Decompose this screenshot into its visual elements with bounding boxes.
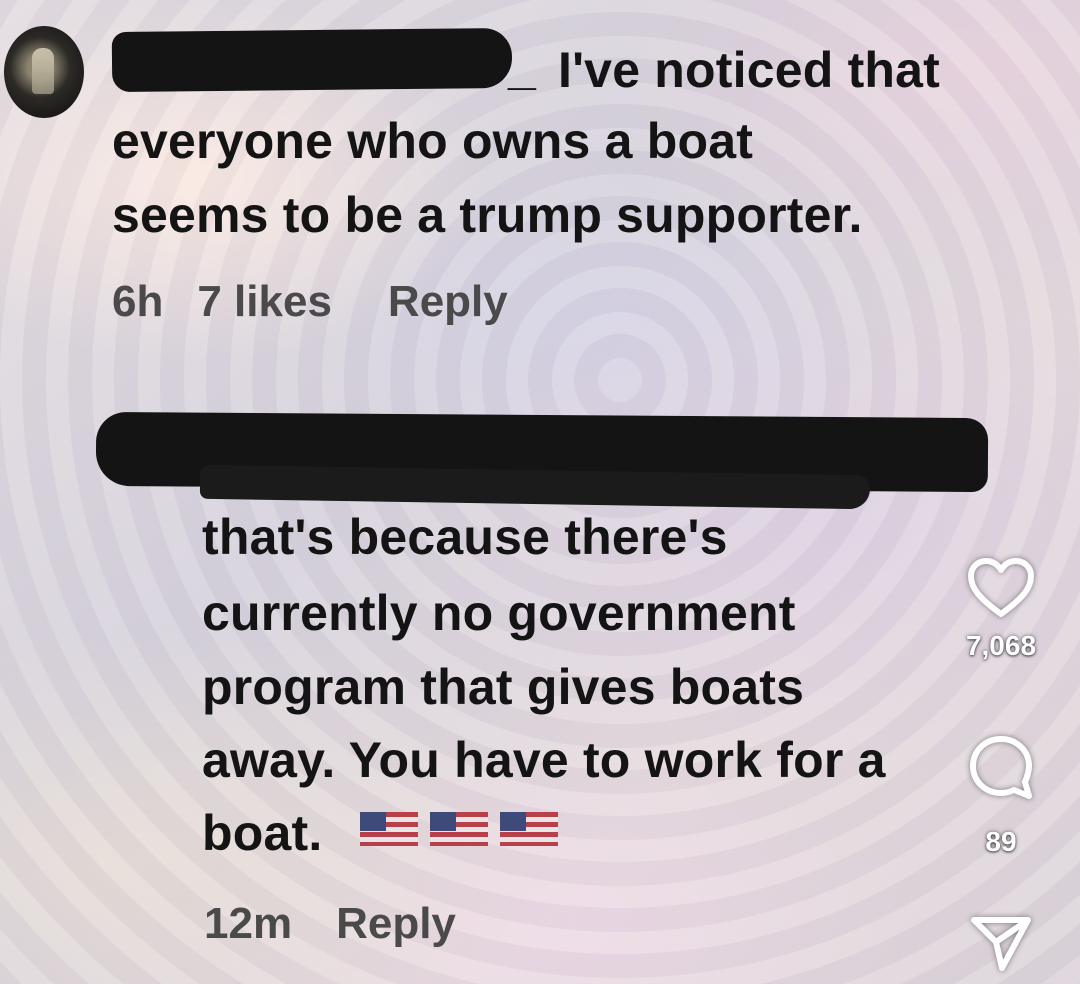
comment1-meta: 6h 7 likes Reply <box>112 280 508 324</box>
comment2-time: 12m <box>204 899 293 948</box>
flag-emojis <box>360 812 558 846</box>
post-photo: _ I've noticed that everyone who owns a … <box>0 0 1080 984</box>
comment1-reply-button[interactable]: Reply <box>388 277 508 326</box>
us-flag-icon <box>430 812 488 846</box>
comment-action[interactable]: 89 <box>960 732 1042 858</box>
comment-count: 89 <box>985 826 1017 857</box>
comment2-meta: 12m Reply <box>204 902 456 946</box>
comment2-line: that's because there's <box>202 509 728 565</box>
comment2-reply-button[interactable]: Reply <box>336 899 456 948</box>
comment2-line: program that gives boats <box>202 659 805 715</box>
us-flag-icon <box>500 812 558 846</box>
username-underscore: _ <box>508 39 537 95</box>
redacted-username <box>111 27 513 93</box>
comment2-line: boat. <box>202 805 323 861</box>
comment1-line: everyone who owns a boat <box>112 113 754 169</box>
send-icon[interactable] <box>968 912 1034 974</box>
comment1-likes[interactable]: 7 likes <box>197 277 332 326</box>
share-action[interactable] <box>966 912 1036 974</box>
comment1-time: 6h <box>112 277 164 326</box>
comment1-line: seems to be a trump supporter. <box>112 187 863 243</box>
comment2-line: away. You have to work for a <box>202 732 886 788</box>
like-count: 7,068 <box>965 630 1037 661</box>
like-action[interactable]: 7,068 <box>960 556 1042 662</box>
commenter-avatar <box>4 26 84 118</box>
us-flag-icon <box>360 812 418 846</box>
heart-icon[interactable] <box>965 556 1037 620</box>
comment-bubble-icon[interactable] <box>965 732 1037 804</box>
comment2-line: currently no government <box>202 585 796 641</box>
avatar-figure <box>32 48 54 94</box>
comment1-line: I've noticed that <box>558 42 941 98</box>
